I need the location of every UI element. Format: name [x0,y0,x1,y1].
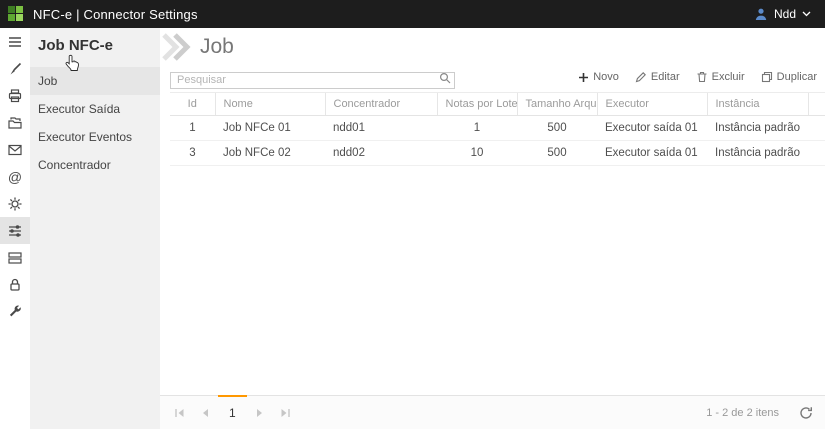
chevron-down-icon [802,11,811,17]
sidebar-item-concentrador[interactable]: Concentrador [30,151,160,179]
lock-icon[interactable] [0,271,30,298]
wrench-icon[interactable] [0,298,30,325]
search-icon[interactable] [439,72,451,84]
pager-right: 1 - 2 de 2 itens [706,396,825,429]
excluir-button[interactable]: Excluir [696,71,745,83]
app-title: NFC-e | Connector Settings [33,7,198,22]
cell-tamanho-arquivo: 500 [517,116,597,141]
cell-notas-por-lote: 1 [437,116,517,141]
search-input[interactable] [170,72,455,89]
page-title: Job [200,35,234,59]
editar-button[interactable]: Editar [635,71,680,83]
cell-concentrador: ndd01 [325,116,437,141]
cell-executor: Executor saída 01 [597,116,707,141]
cell-nome: Job NFCe 02 [215,141,325,166]
stack-icon[interactable] [0,244,30,271]
toolbar: Novo Editar Excluir Duplicar [578,71,817,83]
column-header-executor[interactable]: Executor [597,93,707,116]
user-menu[interactable]: Ndd [754,7,825,21]
brush-icon[interactable] [0,55,30,82]
pager: 1 1 - 2 de 2 itens [160,395,825,429]
cell-id: 3 [170,141,215,166]
printer-icon[interactable] [0,82,30,109]
pager-info: 1 - 2 de 2 itens [706,407,779,419]
sidebar-title: Job NFC-e [30,28,160,67]
cell-concentrador: ndd02 [325,141,437,166]
column-header-nome[interactable]: Nome [215,93,325,116]
column-header-instancia[interactable]: Instância [707,93,808,116]
double-chevron-right-icon [160,32,194,62]
sidebar-item-job[interactable]: Job [30,67,160,95]
table-header-row: Id Nome Concentrador Notas por Lote Tama… [170,93,825,116]
top-bar: NFC-e | Connector Settings Ndd [0,0,825,28]
sidebar: Job NFC-e Job Executor Saída Executor Ev… [30,28,160,429]
first-page-button[interactable] [166,396,192,429]
cell-nome: Job NFCe 01 [215,116,325,141]
gear-icon[interactable] [0,190,30,217]
mail-icon[interactable] [0,136,30,163]
sidebar-item-executor-eventos[interactable]: Executor Eventos [30,123,160,151]
cell-id: 1 [170,116,215,141]
main-content: Job Novo Editar Excluir [160,28,825,429]
icon-rail: @ [0,28,30,429]
column-header-spacer [808,93,825,116]
cell-tamanho-arquivo: 500 [517,141,597,166]
user-name: Ndd [774,7,796,21]
page-number-current[interactable]: 1 [218,396,247,429]
at-sign-icon[interactable]: @ [0,163,30,190]
plus-icon [578,72,589,83]
next-page-button[interactable] [247,396,273,429]
ndd-logo-icon [8,6,24,22]
copy-icon [761,71,773,83]
sidebar-item-executor-saida[interactable]: Executor Saída [30,95,160,123]
content-header: Job [160,28,825,66]
search-box [170,70,455,87]
column-header-id[interactable]: Id [170,93,215,116]
sliders-icon[interactable] [0,217,30,244]
jobs-table: Id Nome Concentrador Notas por Lote Tama… [170,92,825,166]
menu-icon[interactable] [0,28,30,55]
duplicar-button[interactable]: Duplicar [761,71,817,83]
novo-button[interactable]: Novo [578,71,619,83]
table-row[interactable]: 1 Job NFCe 01 ndd01 1 500 Executor saída… [170,116,825,141]
folders-icon[interactable] [0,109,30,136]
refresh-button[interactable] [799,406,813,420]
last-page-button[interactable] [273,396,299,429]
cell-executor: Executor saída 01 [597,141,707,166]
cell-instancia: Instância padrão [707,141,808,166]
column-header-concentrador[interactable]: Concentrador [325,93,437,116]
column-header-notas-por-lote[interactable]: Notas por Lote [437,93,517,116]
previous-page-button[interactable] [192,396,218,429]
refresh-icon [799,406,813,420]
pencil-icon [635,71,647,83]
column-header-tamanho-arquivo[interactable]: Tamanho Arquivo [517,93,597,116]
trash-icon [696,71,708,83]
cell-notas-por-lote: 10 [437,141,517,166]
table-row[interactable]: 3 Job NFCe 02 ndd02 10 500 Executor saíd… [170,141,825,166]
controls-row: Novo Editar Excluir Duplicar [160,68,825,92]
user-icon [754,7,768,21]
cell-instancia: Instância padrão [707,116,808,141]
